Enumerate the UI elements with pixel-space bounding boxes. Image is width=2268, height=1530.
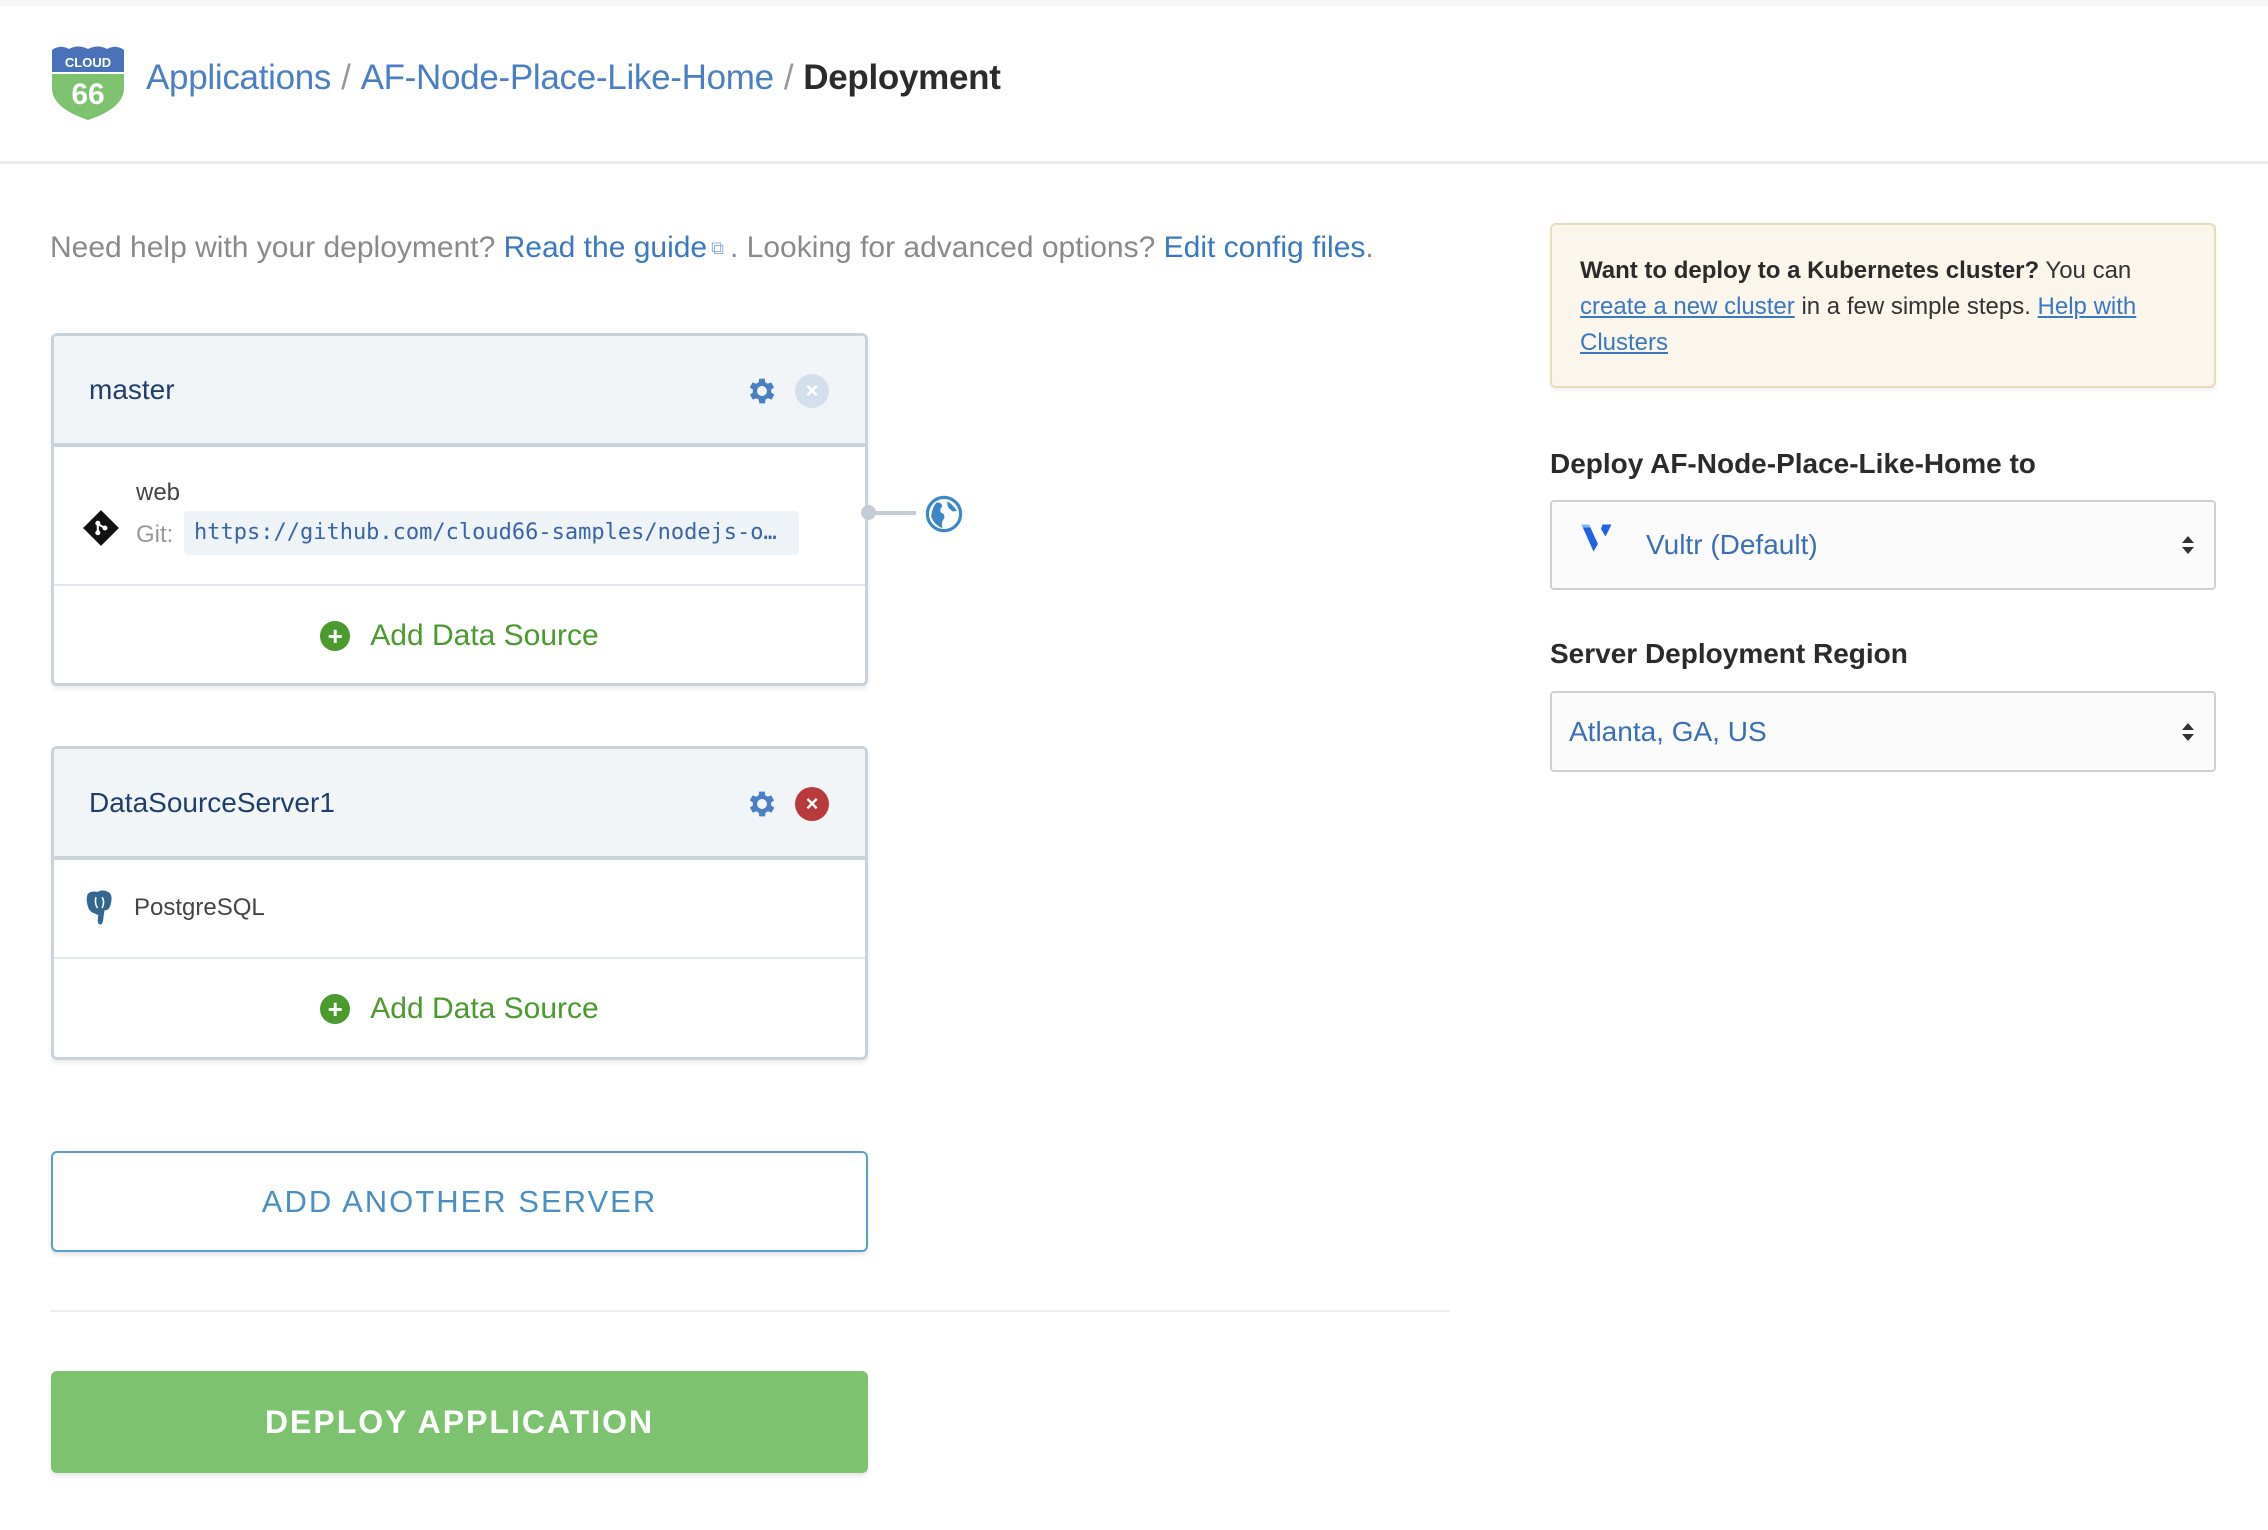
external-link-icon: ⧉: [711, 238, 724, 258]
globe-icon[interactable]: [925, 495, 963, 533]
service-name: web: [136, 479, 181, 506]
cloud-provider-value: Vultr (Default): [1646, 529, 1818, 560]
breadcrumb-separator: /: [341, 58, 351, 97]
breadcrumb-separator: /: [783, 58, 794, 97]
breadcrumb: Applications / AF-Node-Place-Like-Home / Dep…: [146, 56, 1001, 100]
add-another-server-button[interactable]: ADD ANOTHER SERVER: [51, 1151, 868, 1252]
gear-icon[interactable]: [745, 374, 779, 408]
help-prefix: Need help with your deployment?: [50, 231, 496, 264]
select-arrows-icon: [2182, 536, 2194, 554]
postgresql-icon: [85, 888, 114, 927]
help-suffix: .: [1365, 231, 1374, 264]
vultr-logo-icon: [1581, 524, 1612, 552]
connector-line: [868, 511, 916, 515]
plus-circle-icon: +: [320, 621, 351, 651]
plus-circle-icon: +: [320, 994, 351, 1024]
top-bar: CLOUD 66 Applications / AF-Node-Place-Like…: [0, 0, 2268, 164]
notice-text: You can: [2039, 257, 2132, 284]
read-guide-link[interactable]: Read the guide: [504, 231, 708, 264]
close-icon: ×: [805, 791, 819, 816]
remove-server-button[interactable]: ×: [795, 787, 829, 821]
card-footer: + Add Data Source: [54, 586, 865, 683]
gear-icon[interactable]: [745, 787, 779, 821]
server-card-header: master ×: [54, 336, 865, 447]
select-arrows-icon: [2182, 722, 2194, 741]
edit-config-link[interactable]: Edit config files: [1164, 231, 1366, 264]
git-icon: [83, 510, 119, 546]
server-card-header: DataSourceServer1 ×: [54, 749, 865, 860]
breadcrumb-current: Deployment: [803, 58, 1001, 97]
deploy-application-button[interactable]: DEPLOY APPLICATION: [51, 1371, 868, 1473]
server-name: DataSourceServer1: [89, 787, 335, 818]
create-cluster-link[interactable]: create a new cluster: [1580, 293, 1795, 320]
add-data-source-button[interactable]: + Add Data Source: [320, 619, 599, 653]
deploy-target-label: Deploy AF-Node-Place-Like-Home to: [1550, 448, 2036, 479]
kubernetes-notice: Want to deploy to a Kubernetes cluster? …: [1550, 223, 2216, 388]
add-data-source-button[interactable]: + Add Data Source: [320, 992, 599, 1026]
server-name: master: [89, 374, 175, 405]
svg-text:CLOUD: CLOUD: [65, 55, 111, 70]
region-value: Atlanta, GA, US: [1569, 715, 1767, 747]
server-card: DataSourceServer1 × PostgreSQL + Add Dat…: [51, 746, 868, 1060]
service-row[interactable]: web Git: https://github.com/cloud66-samp…: [54, 447, 865, 586]
add-data-source-label: Add Data Source: [370, 992, 599, 1025]
breadcrumb-application[interactable]: AF-Node-Place-Like-Home: [361, 58, 775, 97]
help-text: Need help with your deployment? Read the…: [50, 228, 1374, 268]
add-data-source-label: Add Data Source: [370, 619, 599, 652]
card-footer: + Add Data Source: [54, 959, 865, 1057]
notice-text: in a few simple steps.: [1794, 293, 2038, 320]
divider: [51, 1310, 1450, 1312]
breadcrumb-applications[interactable]: Applications: [146, 58, 331, 97]
git-label: Git:: [136, 521, 174, 548]
cloud66-logo-icon[interactable]: CLOUD 66: [50, 42, 126, 120]
region-select[interactable]: Atlanta, GA, US: [1550, 691, 2216, 772]
close-icon: ×: [805, 378, 819, 403]
notice-heading: Want to deploy to a Kubernetes cluster?: [1580, 257, 2040, 284]
git-url[interactable]: https://github.com/cloud66-samples/nodej…: [184, 511, 799, 555]
remove-server-button[interactable]: ×: [795, 374, 829, 408]
region-label: Server Deployment Region: [1550, 638, 1908, 669]
data-source-name: PostgreSQL: [134, 894, 265, 921]
svg-text:66: 66: [71, 78, 104, 111]
help-middle: . Looking for advanced options?: [729, 231, 1156, 264]
server-card: master × web Git: https://github.com/clo…: [51, 333, 868, 686]
data-source-row[interactable]: PostgreSQL: [54, 860, 865, 959]
cloud-provider-select[interactable]: Vultr (Default): [1550, 500, 2216, 590]
